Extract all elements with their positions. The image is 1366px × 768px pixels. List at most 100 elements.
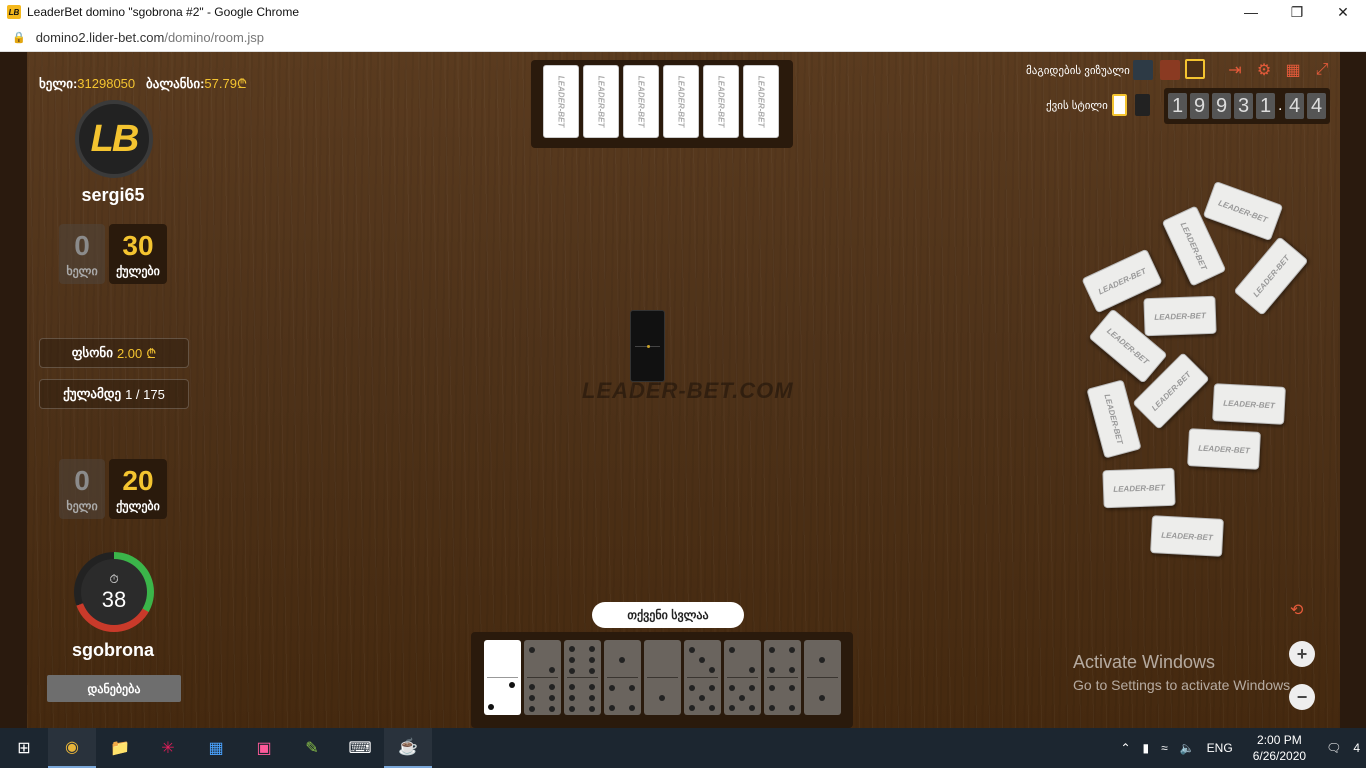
- boneyard-tile[interactable]: LEADER-BET: [1086, 379, 1142, 459]
- pip: [629, 705, 635, 711]
- hand-tile[interactable]: [804, 640, 841, 715]
- volume-icon[interactable]: 🔈: [1174, 741, 1201, 755]
- file-explorer-icon[interactable]: 📁: [96, 728, 144, 768]
- pip: [769, 647, 775, 653]
- boneyard-tile[interactable]: LEADER-BET: [1102, 467, 1176, 509]
- tile-brand-text: LEADER-BET: [596, 75, 606, 128]
- tile-brand-text: LEADER-BET: [1102, 392, 1126, 446]
- boneyard-tile[interactable]: LEADER-BET: [1202, 180, 1284, 242]
- system-tray: ⌃ ▮ ≈ 🔈 ENG 2:00 PM 6/26/2020 🗨 4: [1114, 728, 1366, 768]
- pip: [819, 657, 825, 663]
- played-tile: [630, 310, 665, 382]
- notepad-icon[interactable]: ✎: [288, 728, 336, 768]
- grid-icon[interactable]: ▦: [1283, 60, 1303, 80]
- exit-icon[interactable]: ⇥: [1225, 60, 1245, 80]
- boneyard-tile[interactable]: LEADER-BET: [1212, 383, 1286, 425]
- notifications-icon[interactable]: 🗨: [1320, 741, 1347, 755]
- fullscreen-icon[interactable]: ⤢: [1312, 60, 1332, 80]
- target-value: 1 / 175: [125, 386, 165, 402]
- currency-icon: ₾: [236, 76, 247, 91]
- pip: [529, 695, 535, 701]
- gear-icon[interactable]: ⚙: [1254, 60, 1274, 80]
- counter-separator: .: [1278, 97, 1283, 114]
- counter-digit: 1: [1168, 93, 1187, 119]
- pip: [509, 682, 515, 688]
- battery-icon[interactable]: ▮: [1137, 741, 1156, 755]
- tile-brand-text: LEADER-BET: [1149, 369, 1193, 413]
- opponent-points-value: 30: [122, 230, 154, 261]
- hand-tile[interactable]: [564, 640, 601, 715]
- bone-style-label: ქვის სტილი: [1046, 100, 1108, 112]
- url-host: domino2.lider-bet.com: [35, 30, 165, 45]
- terminal-icon[interactable]: ⌨: [336, 728, 384, 768]
- intellij-icon[interactable]: ▣: [240, 728, 288, 768]
- turn-timer: ⏱ 38: [74, 552, 154, 632]
- tile-brand-text: LEADER-BET: [676, 75, 686, 128]
- stake-value: 2.00: [116, 345, 143, 361]
- taskbar-clock[interactable]: 2:00 PM 6/26/2020: [1239, 732, 1320, 764]
- counter-digit: 3: [1234, 93, 1253, 119]
- slack-icon[interactable]: ✳: [144, 728, 192, 768]
- close-button[interactable]: ✕: [1320, 0, 1366, 24]
- hand-tile[interactable]: [484, 640, 521, 715]
- counter-digit: 9: [1190, 93, 1209, 119]
- tile-brand-text: LEADER-BET: [1217, 197, 1269, 225]
- pip: [659, 695, 665, 701]
- opponent-tile: LEADER-BET: [703, 65, 739, 138]
- opponent-score: 0 ხელი 30 ქულები: [59, 224, 167, 284]
- table-theme-red[interactable]: [1160, 60, 1180, 80]
- opponent-tile: LEADER-BET: [583, 65, 619, 138]
- hand-tile[interactable]: [724, 640, 761, 715]
- pip: [529, 706, 535, 712]
- table-design-label: მაგიდების ვიზუალი: [1026, 65, 1130, 77]
- restore-button[interactable]: ❐: [1274, 0, 1320, 24]
- tile-brand-text: LEADER-BET: [1198, 443, 1250, 455]
- pip: [689, 705, 695, 711]
- hand-tile[interactable]: [604, 640, 641, 715]
- boneyard-tile[interactable]: LEADER-BET: [1150, 515, 1224, 557]
- player-score: 0 ხელი 20 ქულები: [59, 459, 167, 519]
- opponent-tile: LEADER-BET: [743, 65, 779, 138]
- pip: [789, 667, 795, 673]
- table-theme-wood[interactable]: [1185, 59, 1205, 79]
- stopwatch-icon: ⏱: [109, 571, 119, 586]
- pip: [629, 685, 635, 691]
- pip: [589, 646, 595, 652]
- language-indicator[interactable]: ENG: [1201, 741, 1239, 755]
- minimize-button[interactable]: —: [1228, 0, 1274, 24]
- windows-start-icon[interactable]: ⊞: [0, 728, 48, 768]
- tile-brand-text: LEADER-BET: [1250, 253, 1292, 299]
- pip: [529, 647, 535, 653]
- pip: [549, 684, 555, 690]
- pip: [749, 685, 755, 691]
- boneyard-tile[interactable]: LEADER-BET: [1143, 295, 1217, 337]
- target-label: ქულამდე: [63, 386, 122, 401]
- hand-tile[interactable]: [524, 640, 561, 715]
- chevron-up-icon[interactable]: ⌃: [1114, 741, 1136, 755]
- java-icon[interactable]: ☕: [384, 728, 432, 768]
- pip: [819, 695, 825, 701]
- tile-brand-text: LEADER-BET: [756, 75, 766, 128]
- pip: [569, 646, 575, 652]
- boneyard-tile[interactable]: LEADER-BET: [1233, 236, 1309, 316]
- surrender-button[interactable]: დანებება: [47, 675, 181, 702]
- wifi-icon[interactable]: ≈: [1155, 741, 1174, 755]
- pip: [488, 704, 494, 710]
- undo-icon[interactable]: ⟲: [1290, 600, 1303, 620]
- bone-style-black[interactable]: [1135, 94, 1150, 116]
- tile-brand-text: LEADER-BET: [556, 75, 566, 128]
- pip: [789, 705, 795, 711]
- chrome-taskbar-icon[interactable]: ◉: [48, 728, 96, 768]
- table-theme-dark[interactable]: [1133, 60, 1153, 80]
- hand-tile[interactable]: [684, 640, 721, 715]
- address-bar[interactable]: 🔒 domino2.lider-bet.com/domino/room.jsp: [0, 24, 1366, 52]
- opponent-tile: LEADER-BET: [543, 65, 579, 138]
- bone-style-white[interactable]: [1112, 94, 1127, 116]
- boneyard-tile[interactable]: LEADER-BET: [1187, 428, 1261, 470]
- lock-icon[interactable]: 🔒: [12, 31, 26, 44]
- hand-tile[interactable]: [644, 640, 681, 715]
- pip: [569, 695, 575, 701]
- pip: [549, 706, 555, 712]
- hand-tile[interactable]: [764, 640, 801, 715]
- spreadsheet-icon[interactable]: ▦: [192, 728, 240, 768]
